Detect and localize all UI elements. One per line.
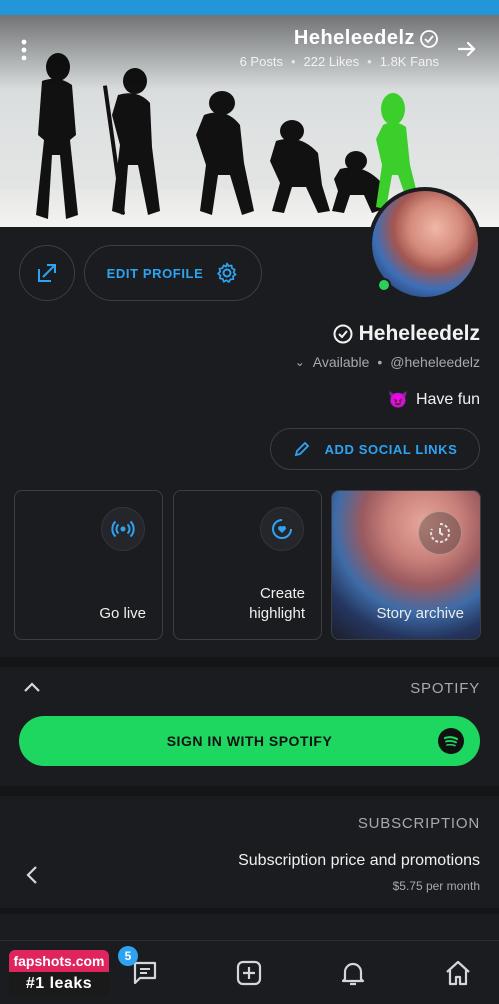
- fans-count[interactable]: 1.8K Fans: [380, 54, 439, 69]
- more-options-button[interactable]: [18, 39, 30, 65]
- share-icon: [38, 264, 56, 282]
- heart-circle-icon: [260, 507, 304, 551]
- gear-icon: [217, 262, 237, 283]
- create-highlight-tile[interactable]: Create highlight: [173, 490, 322, 640]
- cover-name-row: Heheleedelz: [240, 27, 439, 50]
- home-icon: [446, 960, 470, 986]
- section-divider: [0, 908, 499, 914]
- profile-bio: 😈 Have fun: [388, 390, 480, 410]
- watermark-site: fapshots.com: [9, 950, 109, 972]
- cover-name: Heheleedelz: [293, 27, 415, 49]
- bio-text: Have fun: [415, 391, 480, 408]
- share-profile-button[interactable]: [19, 245, 75, 301]
- spotify-icon: [438, 728, 464, 754]
- profile-handle-row: ⌄ Available • @heheleedelz: [295, 354, 480, 370]
- chevron-up-icon[interactable]: [22, 678, 42, 701]
- add-social-links-button[interactable]: ADD SOCIAL LINKS: [270, 428, 480, 470]
- broadcast-icon: [101, 507, 145, 551]
- watermark-logo: fapshots.com #1 leaks: [9, 950, 109, 996]
- likes-count: 222 Likes: [303, 54, 360, 69]
- profile-name: Heheleedelz: [358, 322, 480, 345]
- cover-stats: 6 Posts • 222 Likes • 1.8K Fans: [240, 54, 439, 69]
- go-live-tile[interactable]: Go live: [14, 490, 163, 640]
- nav-notifications[interactable]: [333, 953, 373, 993]
- section-divider: [0, 786, 499, 796]
- verified-badge-icon: [420, 29, 438, 48]
- subscription-price: $5.75 per month: [392, 879, 480, 893]
- devil-emoji-icon: 😈: [388, 392, 408, 409]
- profile-name-row: Heheleedelz: [332, 322, 480, 346]
- stats-separator: •: [290, 54, 296, 69]
- messages-badge: 5: [118, 946, 138, 966]
- vertical-dots-icon: [21, 39, 27, 61]
- pencil-icon: [294, 441, 309, 457]
- subscription-row-title: Subscription price and promotions: [238, 852, 480, 869]
- history-icon: [418, 511, 462, 555]
- go-live-label: Go live: [99, 604, 146, 622]
- spotify-sign-in-label: SIGN IN WITH SPOTIFY: [166, 733, 333, 749]
- story-archive-tile[interactable]: Story archive: [331, 490, 481, 640]
- chevron-left-icon[interactable]: [24, 864, 40, 891]
- create-highlight-label: Create highlight: [249, 585, 305, 622]
- arrow-right-icon: [457, 41, 476, 57]
- watermark-tagline: #1 leaks: [9, 972, 109, 996]
- edit-profile-label: EDIT PROFILE: [106, 265, 204, 281]
- profile-handle: @heheleedelz: [390, 354, 480, 370]
- verified-badge-icon: [333, 324, 353, 344]
- subscription-section-title: SUBSCRIPTION: [357, 815, 480, 832]
- cover-header: Heheleedelz 6 Posts • 222 Likes • 1.8K F…: [240, 27, 439, 69]
- status-strip: [0, 0, 499, 15]
- bell-icon: [341, 962, 365, 986]
- back-button[interactable]: [455, 37, 479, 65]
- add-social-links-label: ADD SOCIAL LINKS: [324, 441, 458, 457]
- handle-separator: •: [377, 354, 383, 370]
- story-archive-label: Story archive: [376, 604, 464, 622]
- nav-home[interactable]: [438, 953, 478, 993]
- section-divider: [0, 657, 499, 667]
- stats-separator: •: [367, 54, 372, 69]
- status-selector[interactable]: Available: [313, 354, 370, 370]
- posts-count[interactable]: 6 Posts: [240, 54, 283, 69]
- spotify-sign-in-button[interactable]: SIGN IN WITH SPOTIFY: [19, 716, 480, 766]
- online-indicator: [377, 278, 391, 292]
- add-square-icon: [236, 960, 262, 986]
- spotify-section-title: SPOTIFY: [410, 680, 480, 697]
- chevron-down-icon[interactable]: ⌄: [295, 355, 305, 369]
- edit-profile-button[interactable]: EDIT PROFILE: [84, 245, 262, 301]
- nav-add-post[interactable]: [229, 953, 269, 993]
